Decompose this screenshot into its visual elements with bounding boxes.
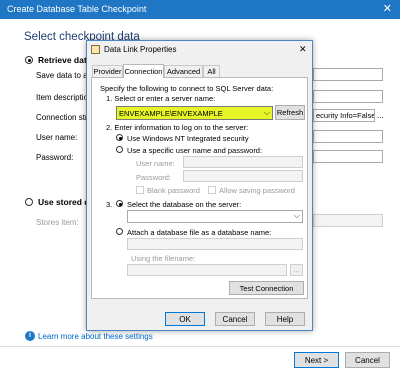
step1-label: 1. Select or enter a server name: — [106, 94, 216, 103]
data-link-properties-dialog: Data Link Properties ✕ Provider Connecti… — [86, 40, 313, 331]
chevron-down-icon[interactable]: ⌵ — [264, 108, 270, 118]
dialog-close-icon[interactable]: ✕ — [299, 44, 307, 55]
filename-browse-button[interactable]: ... — [290, 264, 303, 276]
user-name-label: User name: — [36, 133, 78, 142]
dlg-ok-button[interactable]: OK — [165, 312, 205, 326]
dialog-title: Data Link Properties — [104, 45, 177, 54]
connection-string-browse-button[interactable]: ... — [377, 111, 384, 120]
data-link-icon — [91, 45, 100, 54]
tab-provider[interactable]: Provider — [92, 65, 123, 77]
tab-advanced[interactable]: Advanced — [164, 65, 203, 77]
tab-all[interactable]: All — [203, 65, 220, 77]
allow-saving-label: Allow saving password — [219, 186, 295, 195]
blank-password-checkbox[interactable] — [136, 186, 144, 194]
retrieve-data-radio[interactable] — [25, 56, 33, 64]
specific-user-label: Use a specific user name and password: — [127, 146, 263, 155]
dlg-password-label: Password: — [136, 173, 172, 182]
use-stored-radio[interactable] — [25, 198, 33, 206]
cancel-button[interactable]: Cancel — [345, 352, 390, 368]
connection-tab-panel: Specify the following to connect to SQL … — [91, 77, 308, 299]
dlg-user-name-input[interactable] — [183, 156, 303, 168]
info-icon: i — [25, 331, 35, 341]
using-filename-label: Using the filename: — [131, 254, 196, 263]
attach-db-input[interactable] — [127, 238, 303, 250]
step3-label: 3. — [106, 200, 113, 209]
stores-item-select[interactable] — [313, 214, 383, 227]
select-db-label: Select the database on the server: — [127, 200, 242, 209]
server-name-combobox[interactable]: ENVEXAMPLE\ENVEXAMPLE ⌵ — [116, 106, 273, 120]
dlg-help-button[interactable]: Help — [265, 312, 305, 326]
footer-divider — [0, 346, 400, 347]
filename-input[interactable] — [127, 264, 287, 276]
database-select[interactable]: ⌵ — [127, 210, 303, 223]
connection-string-input[interactable]: ecurity Info=False; — [313, 109, 375, 122]
nt-security-radio[interactable] — [116, 134, 123, 141]
allow-saving-checkbox[interactable] — [208, 186, 216, 194]
specific-user-radio[interactable] — [116, 146, 123, 153]
dlg-password-input[interactable] — [183, 170, 303, 182]
next-button[interactable]: Next > — [294, 352, 339, 368]
instruction-text: Specify the following to connect to SQL … — [100, 84, 274, 93]
test-connection-button[interactable]: Test Connection — [229, 281, 304, 295]
blank-password-label: Blank password — [147, 186, 200, 195]
password-input[interactable] — [313, 150, 383, 163]
step2-label: 2. Enter information to log on to the se… — [106, 123, 249, 132]
select-db-radio[interactable] — [116, 200, 123, 207]
window-title: Create Database Table Checkpoint — [7, 4, 147, 14]
password-label: Password: — [36, 153, 74, 162]
dlg-cancel-button[interactable]: Cancel — [215, 312, 255, 326]
save-data-input[interactable] — [313, 68, 383, 81]
database-chevron-down-icon[interactable]: ⌵ — [294, 211, 300, 221]
stores-item-label: Stores item: — [36, 218, 79, 227]
learn-more-link[interactable]: Learn more about these settings — [38, 332, 153, 341]
tab-connection[interactable]: Connection — [123, 64, 164, 78]
window-close-icon[interactable]: ✕ — [383, 2, 392, 15]
nt-security-label: Use Windows NT Integrated security — [127, 134, 249, 143]
dlg-user-name-label: User name: — [136, 159, 175, 168]
user-name-input[interactable] — [313, 130, 383, 143]
server-name-value: ENVEXAMPLE\ENVEXAMPLE — [119, 109, 223, 118]
retrieve-data-label: Retrieve data — [38, 55, 92, 65]
attach-db-label: Attach a database file as a database nam… — [127, 228, 272, 237]
refresh-button[interactable]: Refresh — [275, 105, 305, 120]
item-description-input[interactable] — [313, 90, 383, 103]
attach-db-radio[interactable] — [116, 228, 123, 235]
window-titlebar: Create Database Table Checkpoint ✕ — [0, 0, 400, 19]
